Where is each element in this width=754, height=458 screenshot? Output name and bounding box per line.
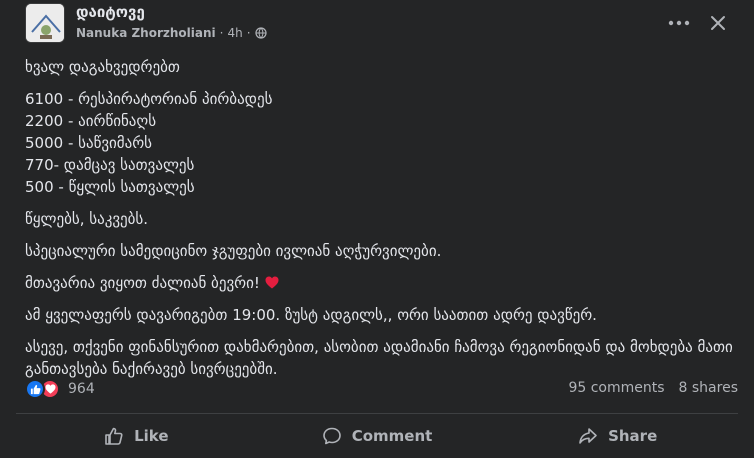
page-avatar[interactable]: [25, 3, 65, 43]
list-item: 5000 - საწვიმარს: [25, 134, 153, 152]
post-schedule: ამ ყველაფერს დავარიგებთ 19:00. ზუსტ ადგი…: [25, 306, 597, 324]
post-medical: სპეციალური სამედიცინო ჯგუფები ივლიან აღჭ…: [25, 242, 442, 260]
post-meta: Nanuka Zhorzholiani · 4h ·: [76, 26, 267, 40]
globe-icon: [254, 27, 267, 39]
post-time[interactable]: 4h: [227, 26, 242, 40]
comment-bubble-icon: [322, 427, 341, 445]
meta-separator-2: ·: [246, 26, 251, 40]
share-button[interactable]: Share: [497, 418, 738, 454]
more-options-button[interactable]: [664, 8, 694, 38]
list-item: 2200 - აირწინაღს: [25, 112, 157, 130]
list-item: 500 - წყლის სათვალეს: [25, 178, 195, 196]
like-label: Like: [134, 427, 169, 445]
author-name[interactable]: Nanuka Zhorzholiani: [76, 26, 216, 40]
post-content: ხვალ დაგახვედრებთ 6100 - რესპირატორიან პ…: [25, 56, 735, 390]
reaction-count[interactable]: 964: [68, 381, 95, 397]
heart-emoji: [265, 274, 279, 292]
facebook-post: დაიტოვე Nanuka Zhorzholiani · 4h · ხვალ …: [0, 0, 754, 458]
post-stats: 95 comments 8 shares: [568, 380, 738, 396]
close-button[interactable]: [702, 7, 734, 39]
comment-label: Comment: [351, 427, 433, 445]
shares-count[interactable]: 8 shares: [679, 380, 738, 396]
supply-list: 6100 - რესპირატორიან პირბადეს 2200 - აირ…: [25, 88, 735, 198]
comment-button[interactable]: Comment: [257, 418, 498, 454]
post-header: დაიტოვე Nanuka Zhorzholiani · 4h ·: [0, 0, 754, 50]
thumbs-up-icon: [105, 427, 123, 445]
ellipsis-icon: [668, 20, 690, 26]
post-main-point-line: მთავარია ვიყოთ ძალიან ბევრი!: [25, 272, 735, 294]
page-name[interactable]: დაიტოვე: [76, 3, 145, 21]
reactions-summary[interactable]: 964: [25, 379, 95, 399]
like-button[interactable]: Like: [16, 418, 257, 454]
share-label: Share: [608, 427, 658, 445]
list-item: 6100 - რესპირატორიან პირბადეს: [25, 90, 273, 108]
like-reaction-icon: [25, 379, 45, 399]
meta-separator: ·: [219, 26, 224, 40]
post-intro: ხვალ დაგახვედრებთ: [25, 58, 180, 76]
close-icon: [711, 16, 725, 30]
actions-divider: [16, 413, 738, 414]
list-item: 770- დამცავ სათვალეს: [25, 156, 195, 174]
share-arrow-icon: [579, 428, 597, 444]
avatar-icon: [26, 4, 64, 42]
post-actions: Like Comment Share: [16, 418, 738, 454]
post-main-point: მთავარია ვიყოთ ძალიან ბევრი!: [25, 274, 260, 292]
comments-count[interactable]: 95 comments: [568, 380, 664, 396]
post-extras: წყლებს, საკვებს.: [25, 210, 149, 228]
post-support: ასევე, თქვენი ფინანსურით დახმარებით, ასო…: [25, 338, 733, 378]
